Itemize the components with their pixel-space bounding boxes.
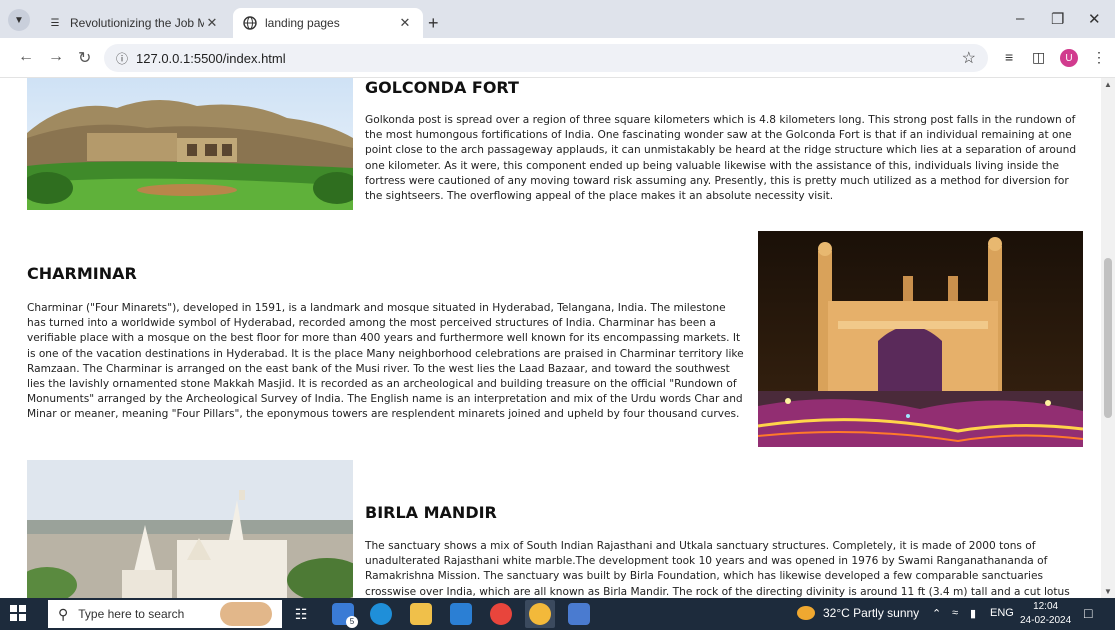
app-icon[interactable]: [568, 603, 590, 625]
scroll-down-arrow-icon[interactable]: ▼: [1104, 587, 1112, 596]
profile-avatar[interactable]: U: [1060, 49, 1078, 67]
windows-taskbar: ⚲ Type here to search ☷ 5 32°C Partly su…: [0, 598, 1115, 630]
minimize-icon[interactable]: –: [1016, 10, 1024, 27]
birla-mandir-image: [27, 460, 353, 598]
tab-title: landing pages: [265, 16, 340, 30]
new-tab-plus-icon[interactable]: +: [428, 13, 439, 34]
page-scrollbar[interactable]: ▲ ▼: [1101, 78, 1115, 598]
chevron-down-icon: ▼: [14, 14, 24, 26]
windows-start-icon[interactable]: [10, 605, 26, 621]
tab-title: Revolutionizing the Job Market: [70, 16, 204, 30]
charminar-heading: CHARMINAR: [27, 264, 137, 283]
chrome-icon[interactable]: [490, 603, 512, 625]
edge-browser-icon[interactable]: [370, 603, 392, 625]
chrome-active-icon[interactable]: [525, 600, 555, 628]
url-text: 127.0.0.1:5500/index.html: [136, 50, 286, 66]
battery-icon[interactable]: ▮: [970, 607, 976, 620]
reload-icon[interactable]: ↻: [78, 48, 91, 68]
tab-landing-pages[interactable]: landing pages ✕: [233, 8, 423, 38]
info-icon[interactable]: ⓘ: [116, 50, 128, 67]
partly-sunny-icon: [797, 606, 815, 620]
vscode-icon[interactable]: [450, 603, 472, 625]
golconda-description: Golkonda post is spread over a region of…: [365, 114, 1077, 203]
page-favicon-icon: ☰: [50, 17, 60, 29]
tab-search-button[interactable]: ▼: [8, 9, 30, 31]
tab-job-market[interactable]: ☰ Revolutionizing the Job Market ✕: [38, 8, 230, 38]
back-arrow-icon[interactable]: ←: [18, 48, 34, 66]
clock-date: 24-02-2024: [1020, 615, 1072, 626]
scrollbar-thumb[interactable]: [1104, 258, 1112, 418]
tab-strip: ▼ ☰ Revolutionizing the Job Market ✕ lan…: [0, 0, 1115, 38]
bookmark-star-icon[interactable]: ☆: [962, 48, 976, 68]
weather-widget[interactable]: 32°C Partly sunny: [797, 606, 919, 620]
search-icon: ⚲: [58, 605, 69, 622]
mail-icon[interactable]: 5: [332, 603, 358, 628]
wifi-icon[interactable]: ≈: [952, 607, 958, 619]
close-icon[interactable]: ✕: [397, 15, 413, 31]
charminar-description: Charminar ("Four Minarets"), developed i…: [27, 302, 744, 421]
chevron-up-icon[interactable]: ⌃: [932, 607, 941, 620]
birla-mandir-description: The sanctuary shows a mix of South India…: [365, 540, 1070, 598]
side-panel-icon[interactable]: ◫: [1032, 49, 1045, 66]
golconda-heading: GOLCONDA FORT: [365, 78, 519, 97]
birla-mandir-heading: BIRLA MANDIR: [365, 503, 497, 522]
task-view-icon[interactable]: ☷: [290, 603, 312, 625]
notifications-icon[interactable]: □: [1084, 605, 1092, 621]
charminar-image: [758, 231, 1083, 447]
clock[interactable]: 12:04 24-02-2024: [1020, 600, 1071, 628]
window-close-icon[interactable]: ✕: [1088, 10, 1101, 28]
address-bar[interactable]: ⓘ 127.0.0.1:5500/index.html ☆: [104, 44, 988, 72]
globe-icon: [243, 16, 257, 30]
page-content: GOLCONDA FORT Golkonda post is spread ov…: [0, 78, 1101, 598]
restore-icon[interactable]: ❐: [1051, 10, 1064, 28]
forward-arrow-icon[interactable]: →: [48, 48, 64, 66]
more-menu-icon[interactable]: ⋮: [1092, 49, 1106, 66]
language-indicator[interactable]: ENG: [990, 607, 1014, 619]
search-placeholder: Type here to search: [78, 607, 185, 621]
scroll-up-arrow-icon[interactable]: ▲: [1104, 80, 1112, 89]
mail-badge: 5: [346, 616, 358, 628]
browser-toolbar: ← → ↻ ⓘ 127.0.0.1:5500/index.html ☆ ≡ ◫ …: [0, 38, 1115, 78]
clock-time: 12:04: [1033, 601, 1059, 612]
weather-text: 32°C Partly sunny: [823, 606, 920, 620]
search-highlight-icon[interactable]: [220, 602, 272, 626]
reading-list-icon[interactable]: ≡: [1005, 49, 1013, 65]
close-icon[interactable]: ✕: [204, 15, 220, 31]
file-explorer-icon[interactable]: [410, 603, 432, 625]
golconda-fort-image: [27, 78, 353, 210]
